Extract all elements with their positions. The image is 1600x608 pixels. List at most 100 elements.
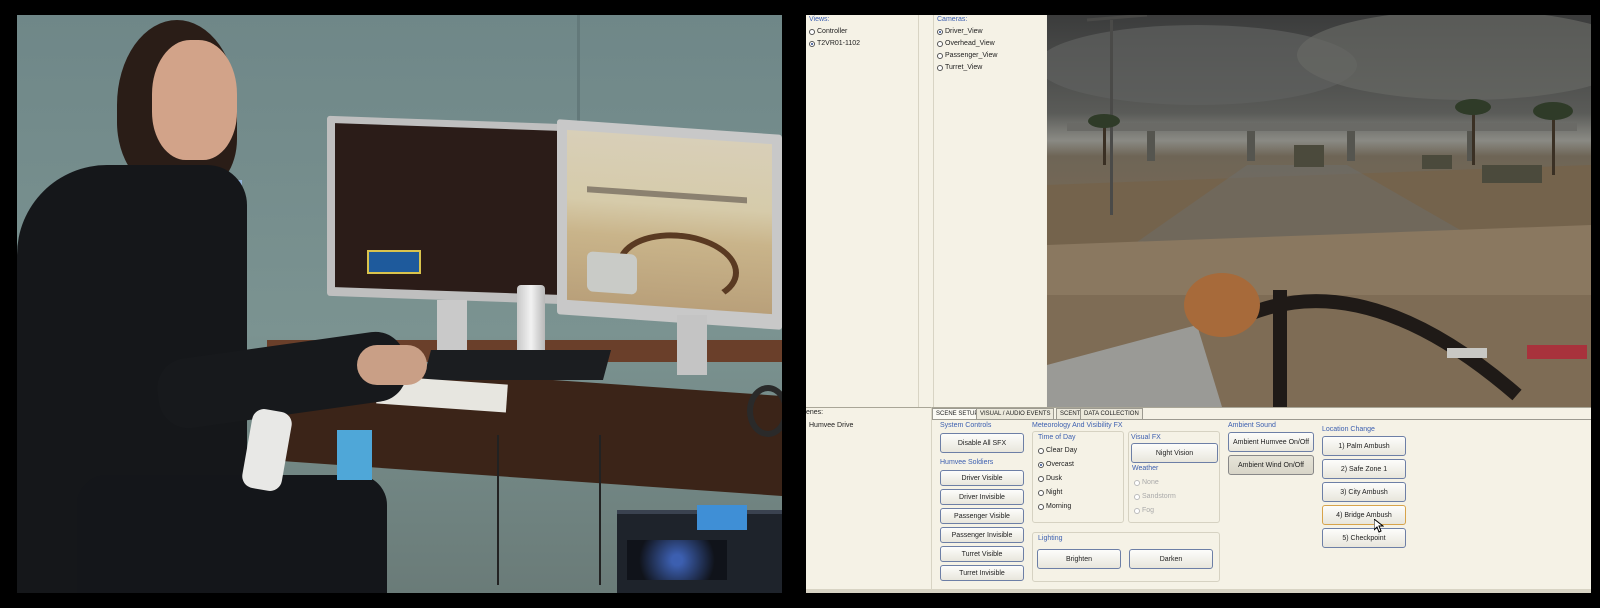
time-option-night[interactable]: Night (1038, 489, 1062, 496)
view-option-label: Controller (817, 28, 848, 35)
radio-icon (1038, 447, 1044, 454)
headphones (747, 385, 782, 437)
view-option-label: T2VR01-1102 (817, 40, 861, 47)
driver-view-scene (1047, 15, 1591, 407)
passenger-visible-button[interactable]: Passenger Visible (940, 508, 1024, 524)
tower-lights (627, 540, 727, 580)
time-option-label: Dusk (1046, 475, 1062, 482)
scenes-panel: enes: Humvee Drive (806, 407, 932, 593)
cameras-panel: Cameras: Driver_View Overhead_View Passe… (934, 15, 1046, 407)
mouse-cursor-icon (1374, 519, 1384, 533)
passenger-invisible-button[interactable]: Passenger Invisible (940, 527, 1024, 543)
weather-title: Weather (1132, 465, 1159, 472)
weather-option-none[interactable]: None (1134, 479, 1159, 486)
visual-fx-title: Visual FX (1131, 434, 1161, 441)
turret-invisible-button[interactable]: Turret Invisible (940, 565, 1024, 581)
time-option-label: Clear Day (1046, 447, 1078, 454)
radio-selected-icon (809, 40, 815, 47)
visual-fx-group: Visual FX Night Vision Weather None Sand… (1128, 431, 1220, 523)
humvee-soldiers-title: Humvee Soldiers (940, 459, 994, 466)
disable-all-sfx-button[interactable]: Disable All SFX (940, 433, 1024, 453)
radio-icon (1134, 479, 1140, 486)
person-hand (357, 345, 427, 385)
person-face (152, 40, 237, 160)
simulation-viewport[interactable] (1047, 15, 1591, 407)
radio-icon (937, 40, 943, 47)
camera-option-overhead[interactable]: Overhead_View (937, 40, 995, 47)
city-ambush-button[interactable]: 3) City Ambush (1322, 482, 1406, 502)
time-of-day-title: Time of Day (1038, 434, 1076, 441)
tab-scene-setup[interactable]: SCENE SETUP (932, 408, 983, 419)
ambient-sound-title: Ambient Sound (1228, 422, 1276, 429)
views-title: Views: (809, 16, 830, 23)
time-option-label: Morning (1046, 503, 1072, 510)
speaker (517, 285, 545, 355)
blue-box (697, 505, 747, 530)
monitor-right-screen (567, 129, 772, 315)
palm-ambush-button[interactable]: 1) Palm Ambush (1322, 436, 1406, 456)
simulator-controller-screen: Views: Controller T2VR01-1102 Cameras: D… (806, 15, 1591, 593)
brighten-button[interactable]: Brighten (1037, 549, 1121, 569)
radio-selected-icon (937, 28, 943, 35)
lighting-group: Lighting Brighten Darken (1032, 532, 1220, 582)
time-option-clear-day[interactable]: Clear Day (1038, 447, 1077, 454)
keyboard (422, 350, 612, 380)
scene-setup-panel: SCENE SETUP VISUAL / AUDIO EVENTS SCENT … (932, 407, 1591, 593)
bridge-ambush-button[interactable]: 4) Bridge Ambush (1322, 505, 1406, 525)
radio-icon (809, 28, 815, 35)
camera-option-turret[interactable]: Turret_View (937, 64, 982, 71)
system-controls-title: System Controls (940, 422, 992, 429)
camera-option-label: Turret_View (945, 64, 983, 71)
driver-visible-button[interactable]: Driver Visible (940, 470, 1024, 486)
camera-option-driver[interactable]: Driver_View (937, 28, 983, 35)
weather-option-label: Sandstorm (1142, 493, 1176, 500)
taskbar-widget (367, 250, 421, 274)
meteorology-title: Meteorology And Visibility FX (1032, 422, 1123, 429)
ambient-humvee-button[interactable]: Ambient Humvee On/Off (1228, 432, 1314, 452)
view-option-controller[interactable]: Controller (809, 28, 847, 35)
tab-underline (932, 419, 1591, 420)
radio-icon (1038, 503, 1044, 510)
radio-icon (937, 64, 943, 71)
camera-option-passenger[interactable]: Passenger_View (937, 52, 997, 59)
time-option-label: Night (1046, 489, 1063, 496)
monitor-left-stand (437, 300, 467, 350)
weather-option-fog[interactable]: Fog (1134, 507, 1154, 514)
tab-data-collection[interactable]: DATA COLLECTION (1080, 408, 1143, 419)
darken-button[interactable]: Darken (1129, 549, 1213, 569)
camera-option-label: Passenger_View (945, 52, 998, 59)
cameras-title: Cameras: (937, 16, 968, 23)
radio-icon (1038, 489, 1044, 496)
weather-option-label: Fog (1142, 507, 1155, 514)
camera-option-label: Overhead_View (945, 40, 995, 47)
scenes-title: enes: (806, 409, 824, 416)
safe-zone-1-button[interactable]: 2) Safe Zone 1 (1322, 459, 1406, 479)
checkpoint-button[interactable]: 5) Checkpoint (1322, 528, 1406, 548)
view-option-t2vr[interactable]: T2VR01-1102 (809, 40, 860, 47)
time-option-dusk[interactable]: Dusk (1038, 475, 1062, 482)
time-option-overcast[interactable]: Overcast (1038, 461, 1074, 468)
night-vision-button[interactable]: Night Vision (1131, 443, 1218, 463)
weather-option-sandstorm[interactable]: Sandstorm (1134, 493, 1176, 500)
person-legs (77, 475, 387, 593)
ambient-wind-button[interactable]: Ambient Wind On/Off (1228, 455, 1314, 475)
scene-item-humvee-drive[interactable]: Humvee Drive (809, 422, 853, 429)
camera-option-label: Driver_View (945, 28, 983, 35)
views-panel: Views: Controller T2VR01-1102 (806, 15, 919, 407)
time-of-day-group: Time of Day Clear Day Overcast Dusk Nigh… (1032, 431, 1124, 523)
tab-visual-audio-events[interactable]: VISUAL / AUDIO EVENTS (976, 408, 1055, 419)
cables (497, 435, 601, 585)
turret-visible-button[interactable]: Turret Visible (940, 546, 1024, 562)
time-option-label: Overcast (1046, 461, 1075, 468)
status-strip (806, 589, 1591, 593)
radio-icon (1134, 507, 1140, 514)
lighting-title: Lighting (1038, 535, 1063, 542)
monitor-right-stand (677, 315, 707, 375)
location-change-title: Location Change (1322, 426, 1375, 433)
driver-invisible-button[interactable]: Driver Invisible (940, 489, 1024, 505)
radio-icon (1038, 475, 1044, 482)
views-gap (919, 15, 934, 407)
weather-option-label: None (1142, 479, 1159, 486)
radio-selected-icon (1038, 461, 1044, 468)
time-option-morning[interactable]: Morning (1038, 503, 1071, 510)
